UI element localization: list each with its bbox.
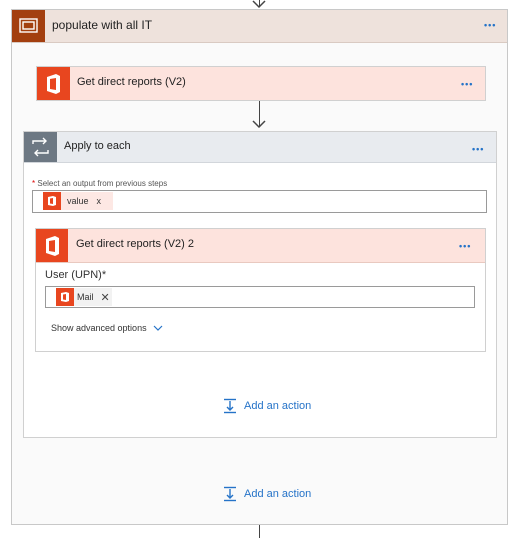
scope-title: populate with all IT xyxy=(52,18,153,32)
add-action-label: Add an action xyxy=(244,400,312,412)
arrow-down-icon xyxy=(252,120,266,129)
apply-to-each-title: Apply to each xyxy=(64,140,131,152)
apply-to-each-menu-icon[interactable]: ••• xyxy=(472,144,484,154)
show-advanced-options[interactable]: Show advanced options xyxy=(51,323,163,333)
token-remove-icon[interactable]: ✕ xyxy=(101,291,110,304)
required-marker: * xyxy=(101,269,107,281)
action-menu-icon[interactable]: ••• xyxy=(459,241,471,251)
office365-icon xyxy=(36,229,68,262)
scope-container: populate with all IT ••• Get direct repo… xyxy=(11,9,508,525)
add-action-icon xyxy=(224,398,236,414)
chevron-down-icon xyxy=(153,325,163,331)
scope-header[interactable]: populate with all IT ••• xyxy=(12,10,507,43)
action-menu-icon[interactable]: ••• xyxy=(461,79,473,89)
user-upn-label: User (UPN)* xyxy=(45,269,106,281)
required-marker: * xyxy=(32,179,36,188)
apply-to-each-header[interactable]: Apply to each ••• xyxy=(24,132,496,163)
add-action-button-outer[interactable]: Add an action xyxy=(222,486,311,502)
action-title: Get direct reports (V2) xyxy=(77,76,186,88)
scope-menu-icon[interactable]: ••• xyxy=(484,20,496,30)
user-upn-input[interactable]: Mail ✕ xyxy=(45,286,475,308)
action-card-header[interactable]: Get direct reports (V2) ••• xyxy=(37,67,485,100)
office365-icon xyxy=(56,288,74,306)
mail-token: Mail ✕ xyxy=(56,288,112,306)
scope-icon xyxy=(12,10,45,42)
token-label: value xyxy=(67,196,89,206)
add-action-button-inner[interactable]: Add an action xyxy=(222,398,311,414)
user-upn-text: User (UPN) xyxy=(45,269,102,281)
select-output-text: Select an output from previous steps xyxy=(37,179,168,188)
token-remove-icon[interactable]: x xyxy=(97,196,102,206)
loop-icon xyxy=(24,132,57,162)
action-card-header[interactable]: Get direct reports (V2) 2 ••• xyxy=(36,229,485,263)
show-advanced-options-label: Show advanced options xyxy=(51,323,147,333)
select-output-input[interactable]: value x xyxy=(32,190,487,213)
action-card-get-direct-reports-2: Get direct reports (V2) 2 ••• User (UPN)… xyxy=(35,228,486,352)
add-action-label: Add an action xyxy=(244,488,312,500)
action-title: Get direct reports (V2) 2 xyxy=(76,238,194,250)
add-action-icon xyxy=(224,486,236,502)
token-label: Mail xyxy=(77,292,94,302)
select-output-label: * Select an output from previous steps xyxy=(32,179,167,188)
value-token: value x xyxy=(43,192,113,210)
office365-icon xyxy=(37,67,70,100)
apply-to-each-card: Apply to each ••• * Select an output fro… xyxy=(23,131,497,438)
connector-line-bottom xyxy=(259,525,260,538)
office365-icon xyxy=(43,192,61,210)
action-card-get-direct-reports: Get direct reports (V2) ••• xyxy=(36,66,486,101)
